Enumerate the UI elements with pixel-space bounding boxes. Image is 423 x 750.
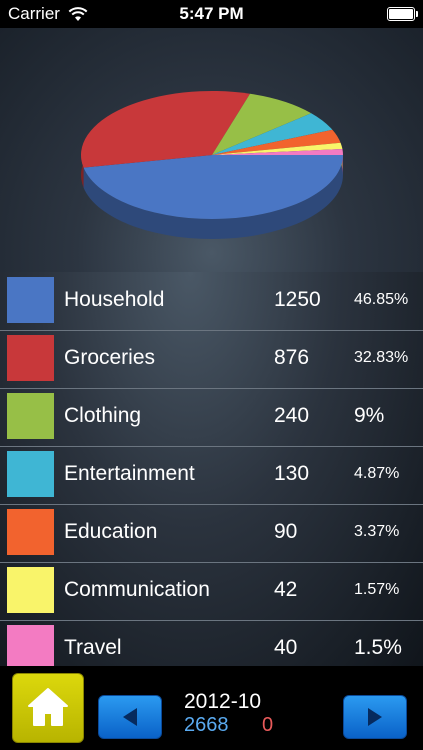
arrow-right-icon <box>368 708 382 726</box>
category-percent: 1.57% <box>354 581 400 598</box>
category-percent: 32.83% <box>354 349 409 366</box>
list-item-groceries[interactable]: Groceries 876 32.83% <box>0 330 423 389</box>
category-percent: 3.37% <box>354 523 400 540</box>
bottom-toolbar: 2012-10 2668 0 <box>0 666 423 750</box>
category-amount: 42 <box>274 578 298 601</box>
category-percent: 1.5% <box>354 636 402 659</box>
next-month-button[interactable] <box>343 695 407 739</box>
color-swatch <box>7 277 54 323</box>
list-item-household[interactable]: Household 1250 46.85% <box>0 272 423 331</box>
list-item-travel[interactable]: Travel 40 1.5% <box>0 620 423 666</box>
category-name: Household <box>64 288 165 311</box>
list-item-entertainment[interactable]: Entertainment 130 4.87% <box>0 446 423 505</box>
category-percent: 4.87% <box>354 465 400 482</box>
category-name: Entertainment <box>64 462 195 485</box>
total-amount: 2668 <box>184 714 229 736</box>
color-swatch <box>7 335 54 381</box>
category-amount: 90 <box>274 520 298 543</box>
category-amount: 1250 <box>274 288 321 311</box>
category-amount: 40 <box>274 636 298 659</box>
color-swatch <box>7 451 54 497</box>
home-button[interactable] <box>12 673 84 743</box>
period-label: 2012-10 <box>184 690 262 713</box>
category-amount: 876 <box>274 346 310 369</box>
category-percent: 9% <box>354 404 385 427</box>
arrow-left-icon <box>123 708 137 726</box>
list-item-education[interactable]: Education 90 3.37% <box>0 504 423 563</box>
status-time: 5:47 PM <box>179 4 244 23</box>
color-swatch <box>7 509 54 555</box>
home-icon <box>28 688 68 726</box>
category-name: Education <box>64 520 158 543</box>
status-bar: Carrier 5:47 PM <box>0 0 423 28</box>
category-name: Communication <box>64 578 210 601</box>
category-amount: 130 <box>274 462 310 485</box>
secondary-amount: 0 <box>262 714 274 736</box>
category-amount: 240 <box>274 404 310 427</box>
color-swatch <box>7 567 54 613</box>
list-item-communication[interactable]: Communication 42 1.57% <box>0 562 423 621</box>
pie-chart <box>81 91 344 239</box>
category-name: Travel <box>64 636 122 659</box>
category-list: Household 1250 46.85% Groceries 876 32.8… <box>0 272 423 666</box>
category-name: Clothing <box>64 404 142 427</box>
previous-month-button[interactable] <box>98 695 162 739</box>
list-item-clothing[interactable]: Clothing 240 9% <box>0 388 423 447</box>
battery-icon <box>387 7 418 21</box>
color-swatch <box>7 625 54 666</box>
chart-area <box>0 28 423 278</box>
category-name: Groceries <box>64 346 156 369</box>
color-swatch <box>7 393 54 439</box>
category-percent: 46.85% <box>354 291 409 308</box>
